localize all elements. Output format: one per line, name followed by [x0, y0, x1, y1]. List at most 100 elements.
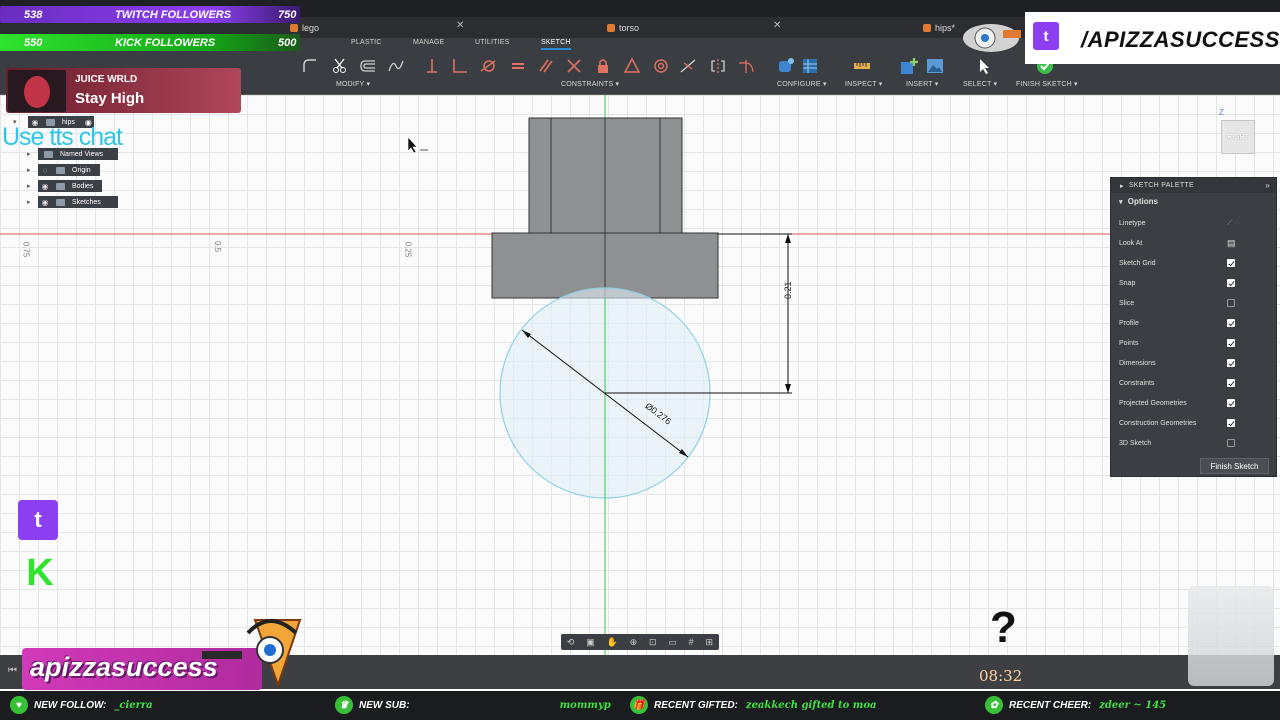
symmetry-icon[interactable]	[708, 56, 728, 76]
doc-tab-hips[interactable]: hips*	[923, 20, 955, 35]
tab-plastic[interactable]: PLASTIC	[351, 39, 382, 46]
palette-checkbox[interactable]	[1227, 399, 1235, 407]
palette-options-section[interactable]: ▾ Options	[1111, 193, 1276, 213]
palette-checkbox[interactable]	[1227, 339, 1235, 347]
triangle-constraint-icon[interactable]	[622, 56, 642, 76]
palette-checkbox[interactable]	[1227, 379, 1235, 387]
expand-caret-icon[interactable]: ▸	[27, 166, 31, 174]
fillet-tool-icon[interactable]	[300, 56, 320, 76]
collapse-icon[interactable]: ▸	[1120, 182, 1124, 190]
palette-row-label: Slice	[1119, 299, 1135, 307]
palette-row[interactable]: Linetype ⟋ ◌	[1111, 213, 1276, 233]
palette-row-label: Profile	[1119, 319, 1139, 327]
palette-row[interactable]: Slice	[1111, 293, 1276, 313]
grid-settings-icon[interactable]: #	[689, 637, 694, 647]
spline-tool-icon[interactable]	[386, 56, 406, 76]
browser-item-origin[interactable]: ◌ Origin	[38, 164, 100, 176]
vertical-dimension-label: 0.21	[783, 281, 793, 299]
doc-tab-torso[interactable]: torso	[607, 20, 639, 35]
look-at-icon[interactable]: ▤	[1227, 238, 1236, 249]
palette-checkbox[interactable]	[1227, 279, 1235, 287]
browser-item-sketches[interactable]: ◉ Sketches	[38, 196, 118, 208]
kick-followers-bar: 550 KICK FOLLOWERS 500	[0, 34, 300, 51]
concentric-icon[interactable]	[651, 56, 671, 76]
palette-menu-icon[interactable]: »	[1265, 181, 1270, 190]
trim-tool-icon[interactable]	[330, 56, 350, 76]
tab-utilities[interactable]: UTILITIES	[475, 39, 509, 46]
timeline-play-icon[interactable]: ⏮	[8, 665, 17, 676]
coincident-icon[interactable]	[564, 56, 584, 76]
insert-icon[interactable]	[899, 56, 919, 76]
close-icon[interactable]: ✕	[456, 20, 464, 31]
modify-menu[interactable]: MODIFY ▾	[336, 80, 370, 88]
palette-row[interactable]: Look At ▤	[1111, 233, 1276, 253]
palette-row[interactable]: Snap	[1111, 273, 1276, 293]
viewcube-axis-label: Z	[1219, 108, 1224, 117]
parallel-icon[interactable]	[536, 56, 556, 76]
palette-row[interactable]: Constraints	[1111, 373, 1276, 393]
tangent-icon[interactable]	[478, 56, 498, 76]
browser-item-bodies[interactable]: ◉ Bodies	[38, 180, 102, 192]
pan-hand-icon[interactable]: ✋	[607, 637, 618, 648]
look-at-icon[interactable]: ▣	[586, 637, 595, 648]
midpoint-icon[interactable]	[678, 56, 698, 76]
perpendicular-icon[interactable]	[450, 56, 470, 76]
curvature-icon[interactable]	[736, 56, 756, 76]
palette-checkbox[interactable]	[1227, 299, 1235, 307]
viewports-icon[interactable]: ⊞	[706, 637, 714, 648]
folder-icon	[56, 198, 65, 206]
measure-icon[interactable]	[852, 56, 872, 76]
constraints-menu[interactable]: CONSTRAINTS ▾	[561, 80, 619, 88]
inspect-menu[interactable]: INSPECT ▾	[845, 80, 882, 88]
zoom-icon[interactable]: ⊕	[630, 637, 638, 648]
visibility-eye-icon[interactable]: ◉	[38, 182, 52, 191]
palette-row[interactable]: Projected Geometries	[1111, 393, 1276, 413]
horizontal-vertical-icon[interactable]	[422, 56, 442, 76]
linetype-icon[interactable]: ⟋ ◌	[1227, 218, 1240, 228]
viewcube[interactable]: RIGHT	[1221, 120, 1255, 154]
palette-row[interactable]: Sketch Grid	[1111, 253, 1276, 273]
palette-checkbox[interactable]	[1227, 319, 1235, 327]
tab-manage[interactable]: MANAGE	[413, 39, 445, 46]
palette-row[interactable]: Construction Geometries	[1111, 413, 1276, 433]
configure-table-icon[interactable]	[800, 56, 820, 76]
streamer-badge: t /APIZZASUCCESS	[1025, 12, 1280, 64]
select-cursor-icon[interactable]	[974, 56, 994, 76]
doc-tab-label: torso	[619, 22, 640, 33]
equal-icon[interactable]	[508, 56, 528, 76]
orbit-icon[interactable]: ⟲	[567, 637, 575, 648]
kick-followers-label: KICK FOLLOWERS	[115, 36, 216, 49]
palette-row[interactable]: Profile	[1111, 313, 1276, 333]
palette-checkbox[interactable]	[1227, 259, 1235, 267]
display-settings-icon[interactable]: ▭	[668, 637, 677, 648]
visibility-eye-icon[interactable]: ◌	[38, 166, 52, 175]
select-menu[interactable]: SELECT ▾	[963, 80, 997, 88]
palette-checkbox[interactable]	[1227, 439, 1235, 447]
offset-tool-icon[interactable]	[358, 56, 378, 76]
palette-row[interactable]: Points	[1111, 333, 1276, 353]
finish-sketch-menu[interactable]: FINISH SKETCH ▾	[1016, 80, 1078, 88]
expand-caret-icon[interactable]: ▸	[27, 182, 31, 190]
twitch-current-count: 538	[24, 8, 43, 21]
palette-header[interactable]: ▸ SKETCH PALETTE »	[1111, 178, 1276, 193]
visibility-eye-icon[interactable]: ◉	[38, 198, 52, 207]
close-icon[interactable]: ✕	[773, 20, 781, 31]
tab-sketch[interactable]: SKETCH	[541, 39, 571, 50]
folder-icon	[56, 182, 65, 190]
palette-row[interactable]: Dimensions	[1111, 353, 1276, 373]
configure-menu[interactable]: CONFIGURE ▾	[777, 80, 827, 88]
finish-sketch-button[interactable]: Finish Sketch	[1200, 458, 1269, 474]
fit-icon[interactable]: ⊡	[649, 637, 657, 648]
alert-label: RECENT GIFTED:	[654, 699, 738, 711]
insert-image-icon[interactable]	[925, 56, 945, 76]
pizza-mascot-gun-icon	[202, 619, 302, 689]
twitch-logo-icon: t	[18, 500, 58, 540]
insert-menu[interactable]: INSERT ▾	[906, 80, 938, 88]
fix-lock-icon[interactable]	[593, 56, 613, 76]
expand-caret-icon[interactable]: ▸	[27, 198, 31, 206]
palette-row[interactable]: 3D Sketch	[1111, 433, 1276, 453]
palette-checkbox[interactable]	[1227, 419, 1235, 427]
palette-checkbox[interactable]	[1227, 359, 1235, 367]
configure-icon[interactable]	[776, 56, 796, 76]
palette-row-label: Projected Geometries	[1119, 399, 1187, 407]
